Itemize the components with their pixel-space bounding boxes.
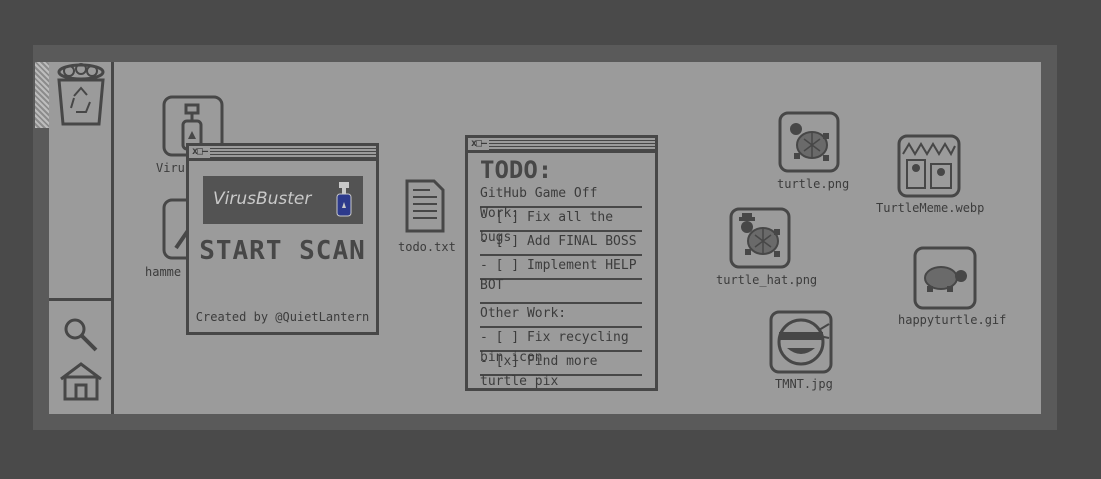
turtle-image-icon[interactable] <box>778 111 840 173</box>
happy-turtle-image-icon[interactable] <box>913 246 977 310</box>
todo-titlebar[interactable]: x□— <box>468 138 655 153</box>
turtle-meme-label[interactable]: TurtleMeme.webp <box>876 201 984 215</box>
todo-line: - [ ] Fix all the bugs <box>480 208 642 245</box>
window-controls[interactable]: x□— <box>189 146 211 158</box>
todo-line: - [x] Find more turtle pix <box>480 352 642 389</box>
todo-title: TODO: <box>480 156 553 184</box>
tmnt-label[interactable]: TMNT.jpg <box>775 377 833 391</box>
virusbuster-banner: VirusBuster <box>203 176 363 224</box>
todo-line: - [ ] Implement HELP BOT <box>480 256 642 293</box>
todo-line: - [ ] Fix recycling bin icon <box>480 328 642 365</box>
virusbuster-window: x□— VirusBuster START SCAN Created by @Q… <box>186 143 379 335</box>
sidebar-divider <box>49 298 111 301</box>
todo-line: - [ ] Add FINAL BOSS <box>480 232 642 256</box>
search-icon[interactable] <box>62 316 100 354</box>
start-scan-button[interactable]: START SCAN <box>189 236 376 266</box>
credit-text: Created by @QuietLantern <box>195 310 370 324</box>
todo-file-label[interactable]: todo.txt <box>398 240 456 254</box>
virusbuster-logo-text: VirusBuster <box>213 189 312 209</box>
window-controls[interactable]: x□— <box>468 138 490 150</box>
todo-window: x□— TODO: GitHub Game Off Work: - [ ] Fi… <box>465 135 658 391</box>
sidebar-handle <box>35 62 49 128</box>
turtle-hat-image-icon[interactable] <box>729 207 791 269</box>
turtle-hat-label[interactable]: turtle_hat.png <box>716 273 817 287</box>
happy-turtle-label[interactable]: happyturtle.gif <box>898 313 1006 327</box>
hammer-label[interactable]: hamme <box>145 265 181 279</box>
turtle-label[interactable]: turtle.png <box>777 177 849 191</box>
text-file-icon[interactable] <box>404 178 446 234</box>
spray-bottle-icon <box>336 182 352 217</box>
todo-line <box>480 280 642 304</box>
recycle-bin-icon[interactable] <box>54 62 110 128</box>
todo-line: GitHub Game Off Work: <box>480 184 642 221</box>
todo-line: Other Work: <box>480 304 642 328</box>
turtle-meme-image-icon[interactable] <box>897 134 961 198</box>
home-icon[interactable] <box>58 361 104 401</box>
tmnt-image-icon[interactable] <box>769 310 833 374</box>
virusbuster-titlebar[interactable]: x□— <box>189 146 376 161</box>
